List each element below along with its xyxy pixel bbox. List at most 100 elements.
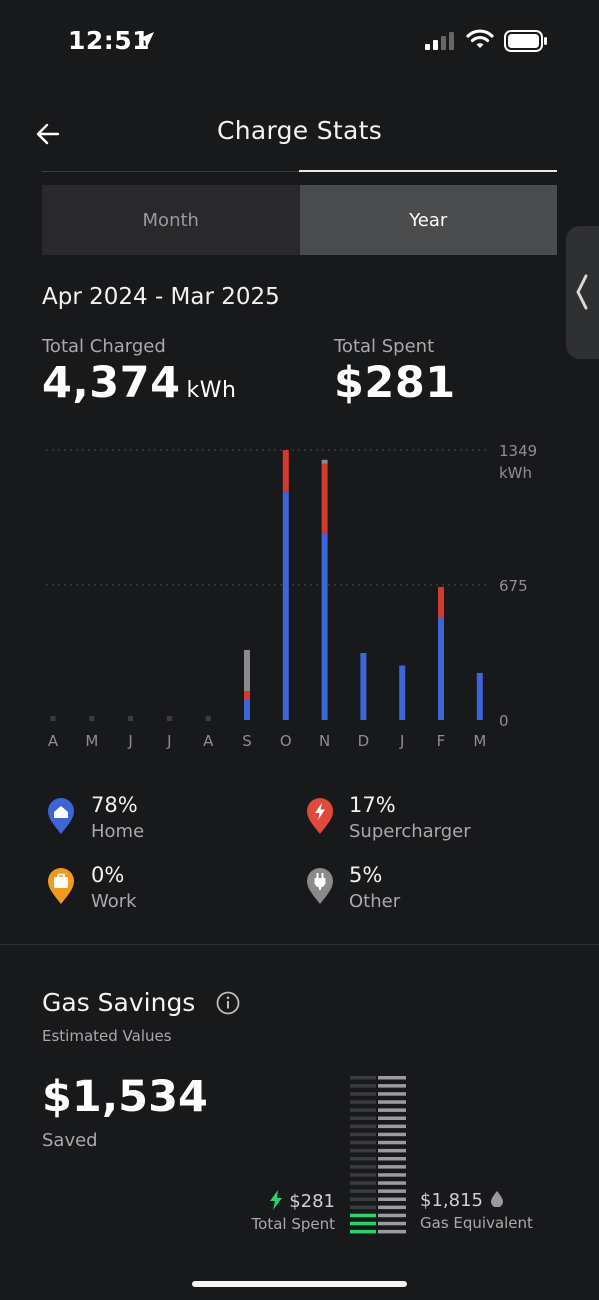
gas-stripe [378, 1157, 406, 1161]
legend-home [47, 797, 75, 839]
y-tick-label: 675 [499, 577, 528, 595]
x-tick-label: J [166, 732, 171, 750]
saved-label: Saved [42, 1130, 98, 1151]
y-tick-label: 0 [499, 712, 509, 730]
bar-segment-home [321, 532, 328, 720]
briefcase-icon [48, 868, 74, 904]
spent-stripe [350, 1108, 376, 1112]
lightning-icon [270, 1190, 283, 1210]
compare-spent-value: $281 [289, 1191, 335, 1212]
info-icon[interactable] [216, 991, 240, 1015]
bolt-icon [307, 798, 333, 834]
wifi-icon [466, 29, 494, 48]
legend-work [47, 867, 75, 909]
location-arrow-icon [138, 32, 154, 48]
gas-equivalent-compare: $1,815 Gas Equivalent [420, 1190, 533, 1232]
spent-stripe [350, 1157, 376, 1161]
empty-bar-marker [89, 716, 95, 721]
gas-stripe [378, 1221, 406, 1226]
cellular-signal-icon [425, 32, 454, 50]
gas-stripe [378, 1100, 406, 1104]
gas-stripe [378, 1124, 406, 1129]
legend-other-pct: 5% [349, 863, 383, 887]
gas-stripe [378, 1084, 406, 1088]
gas-stripe [378, 1165, 406, 1169]
date-range: Apr 2024 - Mar 2025 [42, 284, 280, 310]
legend-other-name: Other [349, 891, 401, 912]
bar-segment-home [282, 491, 289, 720]
side-panel-handle[interactable] [566, 226, 599, 359]
spent-stripe [350, 1140, 376, 1145]
y-unit-label: kWh [499, 464, 532, 482]
x-tick-label: J [127, 732, 132, 750]
empty-bar-marker [128, 716, 134, 721]
x-tick-label: M [85, 732, 98, 750]
total-spent-value: $281 [334, 358, 456, 408]
legend-supercharger-text: 17% Supercharger [349, 793, 471, 842]
gas-stripe [378, 1181, 406, 1185]
x-tick-label: N [319, 732, 330, 750]
bar-segment-supercharger [282, 450, 289, 492]
bar-segment-home [438, 616, 444, 720]
y-tick-label: 1349 [499, 442, 537, 460]
gas-stripe [378, 1189, 406, 1193]
monthly-charge-chart: 1349 675 0 kWh A M J J A S O N D J F M [46, 442, 537, 750]
x-tick-label: F [437, 732, 446, 750]
empty-bar-marker [166, 716, 172, 721]
legend-home-pct: 78% [91, 793, 138, 817]
spent-stripe [350, 1132, 376, 1137]
x-tick-label: D [358, 732, 370, 750]
bar-segment-home [476, 672, 483, 720]
gas-stripe [378, 1148, 406, 1153]
total-spent-label: Total Spent [334, 336, 435, 357]
compare-gas-row: $1,815 [420, 1190, 533, 1211]
bar-segment-home [244, 699, 250, 720]
total-spent-compare: $281 Total Spent [252, 1190, 335, 1233]
legend-other [306, 867, 334, 909]
spent-stripe [350, 1100, 376, 1104]
x-tick-label: A [48, 732, 59, 750]
spent-stripe [350, 1173, 376, 1177]
active-tab-indicator [299, 170, 557, 172]
gas-stripe [378, 1229, 406, 1234]
home-indicator[interactable] [192, 1281, 407, 1287]
gas-stripe [378, 1140, 406, 1145]
gas-stripe [378, 1108, 406, 1112]
bar-segment-other [321, 459, 328, 464]
legend-home-name: Home [91, 821, 145, 842]
gas-stripe [378, 1116, 406, 1120]
gas-savings-subtitle: Estimated Values [42, 1027, 172, 1045]
section-divider [0, 944, 599, 945]
period-segmented-control: Month Year [42, 185, 557, 255]
spent-stripe [350, 1124, 376, 1129]
gas-stripe [378, 1205, 406, 1210]
x-tick-label: J [399, 732, 404, 750]
spent-stripe [350, 1092, 376, 1096]
spent-stripe [350, 1189, 376, 1193]
battery-icon [504, 30, 547, 52]
legend-home-text: 78% Home [91, 793, 144, 842]
legend-supercharger [306, 797, 334, 839]
spent-stripe [350, 1148, 376, 1153]
compare-spent-label: Total Spent [251, 1215, 335, 1233]
x-tick-label: A [203, 732, 214, 750]
legend-other-text: 5% Other [349, 863, 400, 912]
bar-segment-supercharger [244, 690, 250, 700]
spent-stripe [350, 1205, 376, 1210]
spent-stripe [350, 1165, 376, 1169]
spent-stripe [350, 1197, 376, 1201]
legend-supercharger-name: Supercharger [349, 821, 471, 842]
legend-work-name: Work [91, 891, 137, 912]
spent-stripe [350, 1229, 376, 1234]
gas-savings-title: Gas Savings [42, 988, 196, 1017]
tab-month[interactable]: Month [42, 185, 300, 255]
x-tick-label: S [242, 732, 252, 750]
total-charged-unit: kWh [186, 378, 237, 403]
gas-stripe [378, 1132, 406, 1137]
empty-bar-marker [50, 716, 56, 721]
tab-year[interactable]: Year [299, 185, 557, 255]
gas-stripe [378, 1092, 406, 1096]
x-tick-label: M [473, 732, 486, 750]
total-charged-number: 4,374 [42, 358, 181, 408]
bar-segment-home [399, 665, 406, 720]
